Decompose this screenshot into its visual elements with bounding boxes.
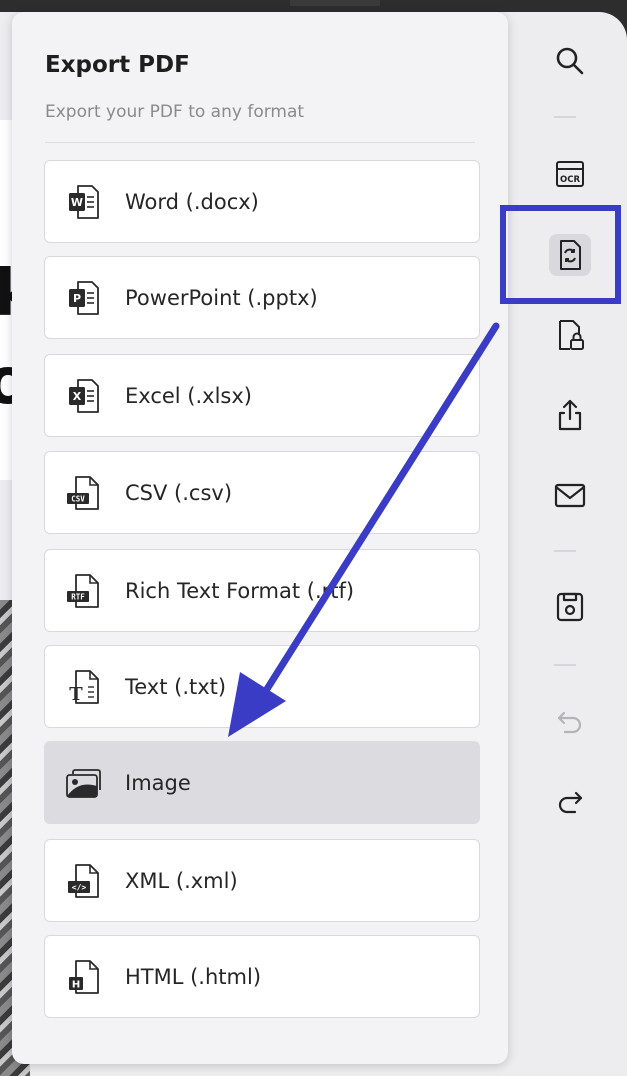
format-item-xml[interactable]: </> XML (.xml) <box>44 839 480 922</box>
format-item-html[interactable]: H HTML (.html) <box>44 935 480 1018</box>
svg-text:OCR: OCR <box>560 175 580 185</box>
undo-button[interactable] <box>549 700 591 742</box>
svg-text:H: H <box>72 979 80 990</box>
format-item-rtf[interactable]: RTF Rich Text Format (.rtf) <box>44 549 480 632</box>
format-item-csv[interactable]: CSV CSV (.csv) <box>44 451 480 534</box>
right-toolbar: OCR <box>512 12 627 1076</box>
csv-file-icon: CSV <box>64 473 104 513</box>
panel-subtitle: Export your PDF to any format <box>45 102 305 122</box>
rtf-file-icon: RTF <box>64 571 104 611</box>
svg-text:</>: </> <box>72 883 87 892</box>
redo-button[interactable] <box>549 780 591 822</box>
email-button[interactable] <box>549 474 591 516</box>
email-icon <box>554 483 586 508</box>
format-item-word[interactable]: W Word (.docx) <box>44 160 480 243</box>
html-file-icon: H <box>64 957 104 997</box>
format-label: Text (.txt) <box>125 674 227 699</box>
format-label: Rich Text Format (.rtf) <box>125 578 355 603</box>
format-label: Word (.docx) <box>125 189 259 214</box>
image-file-icon <box>64 763 104 803</box>
protect-pdf-icon <box>559 320 584 350</box>
protect-pdf-button[interactable] <box>549 314 591 356</box>
format-label: XML (.xml) <box>125 868 238 893</box>
export-pdf-panel: Export PDF Export your PDF to any format… <box>12 12 508 1064</box>
top-strip <box>290 0 380 6</box>
save-icon <box>556 592 584 622</box>
search-button[interactable] <box>549 40 591 82</box>
ocr-button[interactable]: OCR <box>549 152 591 194</box>
format-item-powerpoint[interactable]: P PowerPoint (.pptx) <box>44 256 480 339</box>
ocr-icon: OCR <box>556 161 584 187</box>
toolbar-separator <box>554 116 576 118</box>
redo-icon <box>558 791 583 814</box>
format-label: CSV (.csv) <box>125 480 233 505</box>
save-button[interactable] <box>549 586 591 628</box>
search-icon <box>556 47 584 75</box>
panel-divider <box>45 142 475 143</box>
word-file-icon: W <box>64 182 104 222</box>
powerpoint-file-icon: P <box>64 278 104 318</box>
text-file-icon: T <box>64 667 104 707</box>
excel-file-icon: X <box>64 376 104 416</box>
format-label: Excel (.xlsx) <box>125 383 252 408</box>
xml-file-icon: </> <box>64 861 104 901</box>
undo-icon <box>557 711 582 734</box>
toolbar-separator <box>554 664 576 666</box>
format-item-image[interactable]: Image <box>44 741 480 824</box>
share-icon <box>558 399 582 431</box>
share-button[interactable] <box>549 394 591 436</box>
annotation-highlight-box <box>500 205 621 304</box>
format-item-excel[interactable]: X Excel (.xlsx) <box>44 354 480 437</box>
svg-text:X: X <box>73 390 82 403</box>
toolbar-separator <box>554 550 576 552</box>
format-label: PowerPoint (.pptx) <box>125 285 318 310</box>
svg-text:P: P <box>73 292 81 305</box>
svg-text:W: W <box>71 196 83 209</box>
svg-text:RTF: RTF <box>71 592 85 601</box>
format-label: HTML (.html) <box>125 964 262 989</box>
panel-title: Export PDF <box>45 52 190 78</box>
format-label: Image <box>125 770 191 795</box>
svg-text:CSV: CSV <box>71 494 85 503</box>
svg-text:T: T <box>69 684 83 705</box>
format-item-text[interactable]: T Text (.txt) <box>44 645 480 728</box>
